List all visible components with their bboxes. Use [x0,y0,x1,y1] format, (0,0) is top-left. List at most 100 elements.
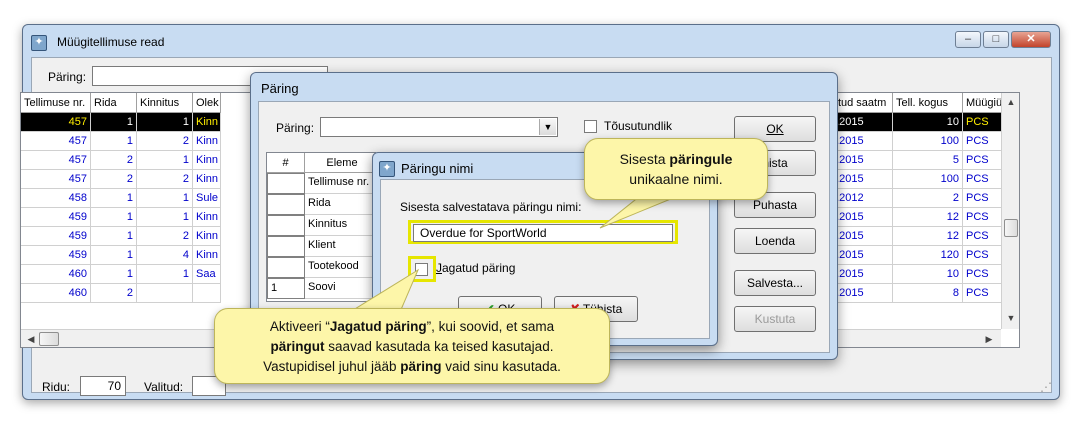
cb-l2b: saavad kasutada ka teised kasutajad. [324,339,554,354]
table-cell[interactable]: 1 [91,208,137,227]
cb-l3c: vaid sinu kasutada. [441,359,561,374]
table-cell[interactable]: 120 [893,246,963,265]
table-cell[interactable]: 1 [137,265,193,284]
query-label: Päring: [48,70,87,84]
horizontal-scroll-thumb[interactable] [39,332,59,346]
table-cell[interactable]: 1 [137,151,193,170]
rows-count: 70 [80,376,126,396]
callout-top-text2: unikaalne nimi. [629,171,723,187]
table-cell[interactable]: 5 [893,151,963,170]
col-hash-header: # [267,153,305,173]
scroll-right-icon[interactable]: ▶ [983,332,995,346]
scroll-up-icon[interactable]: ▲ [1004,95,1018,109]
table-cell[interactable]: 2 [137,227,193,246]
table-cell[interactable]: 2 [893,189,963,208]
callout-top: Sisesta päringule unikaalne nimi. [584,138,768,200]
table-cell[interactable]: Kinn [193,170,221,189]
column-header[interactable]: Tellimuse nr. [21,93,91,113]
cb-l3b: päring [400,359,442,374]
element-row[interactable]: Tellimuse nr. [305,173,375,194]
resize-grip-icon[interactable]: ⋰ [1040,380,1054,394]
table-cell[interactable]: 1 [91,189,137,208]
table-cell[interactable]: Kinn [193,151,221,170]
table-cell[interactable]: 457 [21,113,91,132]
callout-top-bold: päringule [669,151,733,167]
delete-button[interactable]: Kustuta [734,306,816,332]
minimize-button[interactable]: – [955,31,981,48]
table-cell[interactable]: 1 [91,113,137,132]
table-cell[interactable]: 1 [91,265,137,284]
table-cell[interactable] [137,284,193,303]
element-row-number[interactable] [267,194,305,215]
table-cell[interactable]: 2 [91,284,137,303]
vertical-scroll-thumb[interactable] [1004,219,1018,237]
query-name-dialog-title: Päringu nimi [401,161,474,176]
table-cell[interactable]: 1 [137,208,193,227]
table-cell[interactable]: 1 [91,246,137,265]
table-cell[interactable]: 460 [21,265,91,284]
column-header[interactable]: Kinnitus [137,93,193,113]
table-cell[interactable]: Kinn [193,208,221,227]
element-row-number[interactable] [267,173,305,194]
element-row-number[interactable] [267,215,305,236]
maximize-button[interactable]: □ [983,31,1009,48]
column-header[interactable]: Olek [193,93,221,113]
dialog-icon: ✦ [379,161,395,177]
chevron-down-icon[interactable]: ▼ [539,119,556,135]
table-cell[interactable]: 1 [91,132,137,151]
window-title-text: Müügitellimuse read [57,35,165,49]
table-cell[interactable]: Kinn [193,246,221,265]
grid-vertical-scrollbar[interactable]: ▲ ▼ [1001,93,1019,329]
table-cell[interactable]: Kinn [193,132,221,151]
table-cell[interactable]: Saa [193,265,221,284]
table-cell[interactable]: 1 [91,227,137,246]
table-cell[interactable]: 457 [21,170,91,189]
table-cell[interactable]: 100 [893,170,963,189]
table-cell[interactable]: 457 [21,132,91,151]
query-dialog-title: Päring [261,81,299,96]
table-cell[interactable]: 459 [21,246,91,265]
element-row[interactable]: Kinnitus [305,215,375,236]
table-cell[interactable]: 2 [91,151,137,170]
table-cell[interactable]: 100 [893,132,963,151]
cb-l1a: Aktiveeri “ [269,319,330,334]
callout-top-text1: Sisesta [619,151,670,167]
table-cell[interactable]: 2 [137,170,193,189]
table-cell[interactable]: 457 [21,151,91,170]
column-header[interactable]: Tell. kogus [893,93,963,113]
table-cell[interactable] [193,284,221,303]
element-row[interactable]: Rida [305,194,375,215]
table-cell[interactable]: Kinn [193,227,221,246]
table-cell[interactable]: 2 [91,170,137,189]
element-row[interactable]: Klient [305,236,375,257]
rows-label: Ridu: [42,380,71,394]
table-cell[interactable]: 460 [21,284,91,303]
scroll-left-icon[interactable]: ◀ [25,332,37,346]
table-cell[interactable]: 1 [137,189,193,208]
shared-query-label: Jagatud päring [436,261,516,275]
table-cell[interactable]: Sule [193,189,221,208]
table-cell[interactable]: Kinn [193,113,221,132]
save-button[interactable]: Salvesta... [734,270,816,296]
shared-query-label-text: agatud päring [442,261,516,275]
table-cell[interactable]: 12 [893,227,963,246]
element-row-number[interactable] [267,236,305,257]
rising-label: Tõusutundlik [604,119,673,133]
table-cell[interactable]: 8 [893,284,963,303]
table-cell[interactable]: 12 [893,208,963,227]
table-cell[interactable]: 459 [21,227,91,246]
table-cell[interactable]: 10 [893,113,963,132]
column-header[interactable]: Rida [91,93,137,113]
window-title: Müügitellimuse read [35,33,435,51]
rising-checkbox[interactable] [584,120,597,133]
close-button[interactable]: ✕ [1011,31,1051,48]
table-cell[interactable]: 10 [893,265,963,284]
cb-l1b: Jagatud päring [329,319,427,334]
scroll-down-icon[interactable]: ▼ [1004,311,1018,325]
table-cell[interactable]: 458 [21,189,91,208]
table-cell[interactable]: 4 [137,246,193,265]
table-cell[interactable]: 1 [137,113,193,132]
table-cell[interactable]: 459 [21,208,91,227]
table-cell[interactable]: 2 [137,132,193,151]
query-select[interactable]: ▼ [320,117,558,137]
